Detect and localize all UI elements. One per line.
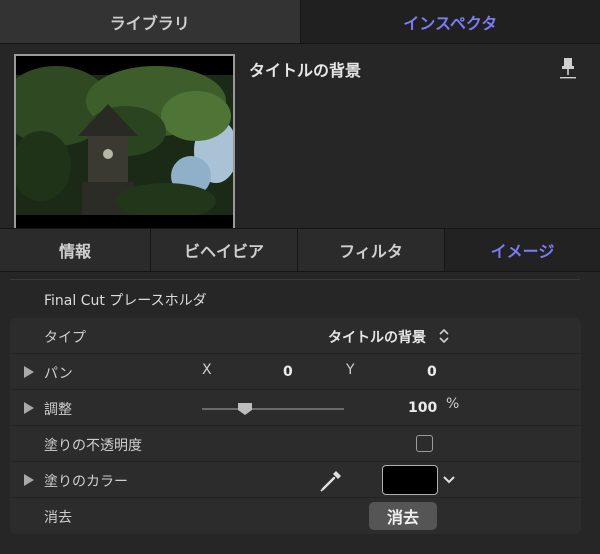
section-title: Final Cut プレースホルダ xyxy=(44,293,207,309)
section-divider xyxy=(10,279,580,280)
param-row-fill-opacity: 塗りの不透明度 xyxy=(10,426,581,462)
type-label: タイプ xyxy=(44,330,86,346)
pan-y-label: Y xyxy=(346,362,355,378)
fill-color-swatch[interactable] xyxy=(382,465,438,495)
param-row-clear: 消去 消去 xyxy=(10,498,581,534)
fill-color-label: 塗りのカラー xyxy=(44,474,128,490)
adjust-value[interactable]: 100 xyxy=(408,400,437,416)
pan-label: パン xyxy=(44,366,73,382)
tab-filter[interactable]: フィルタ xyxy=(298,229,445,271)
tab-inspector[interactable]: インスペクタ xyxy=(300,0,600,43)
adjust-label: 調整 xyxy=(44,402,72,418)
param-row-fill-color: 塗りのカラー xyxy=(10,462,581,498)
tab-info[interactable]: 情報 xyxy=(0,229,151,271)
disclosure-triangle-icon[interactable] xyxy=(24,366,34,378)
disclosure-triangle-icon[interactable] xyxy=(24,402,34,414)
parameter-list: タイプ タイトルの背景 パン X 0 Y 0 調整 100 % 塗りの不透明度 … xyxy=(10,318,581,534)
param-row-type: タイプ タイトルの背景 xyxy=(10,318,581,354)
inspector-header: タイトルの背景 xyxy=(0,44,600,263)
adjust-unit: % xyxy=(446,396,460,412)
fill-opacity-label: 塗りの不透明度 xyxy=(44,438,142,454)
clip-title: タイトルの背景 xyxy=(249,61,362,80)
chevron-down-icon[interactable] xyxy=(442,474,456,486)
param-row-pan: パン X 0 Y 0 xyxy=(10,354,581,390)
top-tab-bar: ライブラリ インスペクタ xyxy=(0,0,600,44)
adjust-slider-thumb[interactable] xyxy=(237,402,253,416)
param-row-adjust: 調整 100 % xyxy=(10,390,581,426)
type-popup[interactable]: タイトルの背景 xyxy=(328,327,426,347)
clear-label: 消去 xyxy=(44,510,72,526)
tab-library[interactable]: ライブラリ xyxy=(0,0,301,43)
clear-button[interactable]: 消去 xyxy=(369,502,437,530)
tab-behavior[interactable]: ビヘイビア xyxy=(151,229,298,271)
pan-y-value[interactable]: 0 xyxy=(427,364,437,380)
pan-x-label: X xyxy=(202,362,212,378)
pin-icon[interactable] xyxy=(559,56,577,80)
pan-x-value[interactable]: 0 xyxy=(283,364,293,380)
eyedropper-icon[interactable] xyxy=(318,468,344,494)
inspector-sub-tabs: 情報 ビヘイビア フィルタ イメージ xyxy=(0,228,600,272)
tab-image[interactable]: イメージ xyxy=(445,229,600,271)
fill-opacity-checkbox[interactable] xyxy=(416,435,433,452)
disclosure-triangle-icon[interactable] xyxy=(24,474,34,486)
updown-arrows-icon[interactable] xyxy=(438,327,450,345)
adjust-slider-track[interactable] xyxy=(202,408,344,410)
